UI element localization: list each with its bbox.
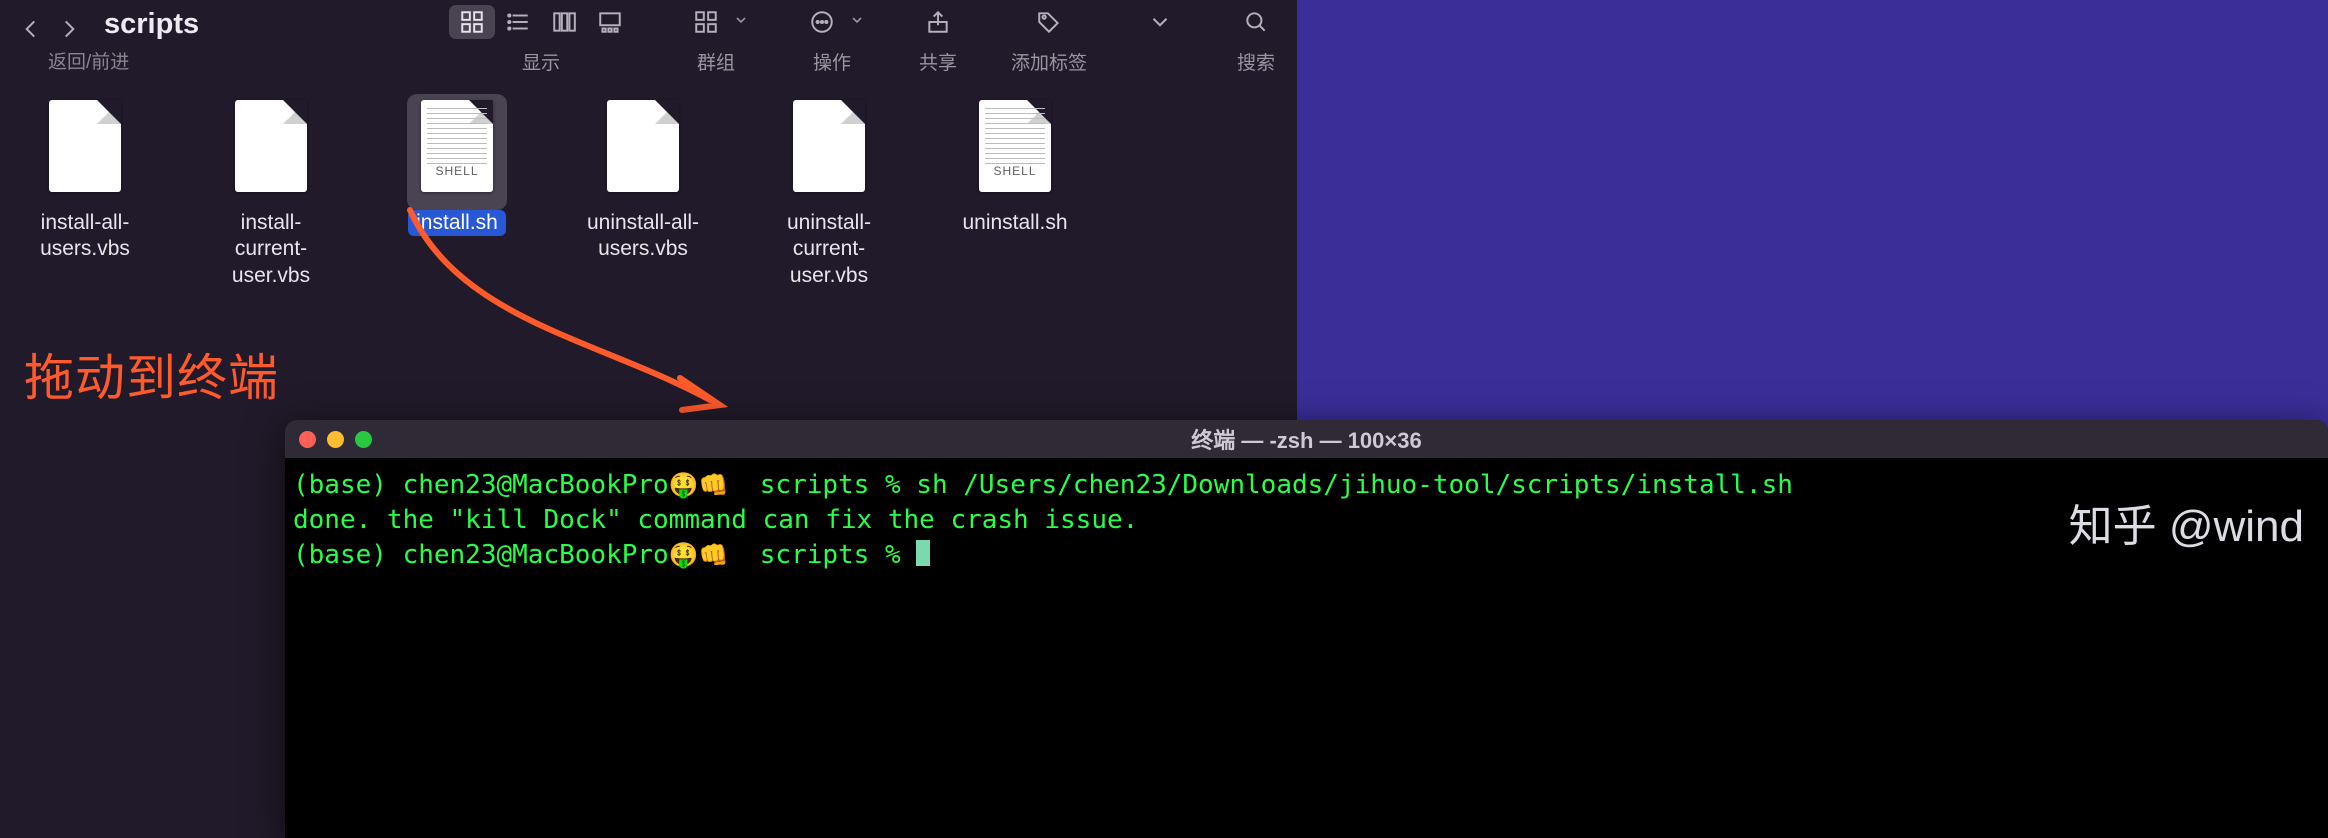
file-name: uninstall-current-user.vbs <box>764 210 894 289</box>
tag-group: 添加标签 <box>1011 4 1087 75</box>
share-label: 共享 <box>919 48 957 75</box>
finder-toolbar: scripts 返回/前进 显示 群组 <box>0 0 1297 70</box>
file-grid: install-all-users.vbs install-current-use… <box>0 70 1297 289</box>
action-button[interactable] <box>799 5 845 39</box>
file-icon <box>49 100 121 192</box>
action-group: 操作 <box>799 4 865 75</box>
nav-subtitle: 返回/前进 <box>48 47 199 74</box>
share-button[interactable] <box>915 5 961 39</box>
file-item[interactable]: uninstall-all-users.vbs <box>578 94 708 263</box>
file-icon <box>235 100 307 192</box>
gallery-view-button[interactable] <box>587 5 633 39</box>
annotation-text: 拖动到终端 <box>24 338 279 410</box>
search-button[interactable] <box>1233 5 1279 39</box>
group-label: 群组 <box>697 48 735 75</box>
more-dropdown[interactable] <box>1137 5 1183 39</box>
forward-button[interactable] <box>56 12 82 46</box>
file-item[interactable]: uninstall-current-user.vbs <box>764 94 894 289</box>
action-label: 操作 <box>813 48 851 75</box>
list-view-button[interactable] <box>495 5 541 39</box>
file-name: install-current-user.vbs <box>206 210 336 289</box>
file-name: install.sh <box>408 210 506 236</box>
share-group: 共享 <box>915 4 961 75</box>
dropdown-group <box>1137 4 1183 70</box>
terminal-titlebar[interactable]: 终端 — -zsh — 100×36 <box>285 420 2328 458</box>
file-name: install-all-users.vbs <box>20 210 150 263</box>
terminal-title: 终端 — -zsh — 100×36 <box>285 423 2328 455</box>
view-group: 显示 <box>449 4 633 75</box>
view-label: 显示 <box>522 48 560 75</box>
column-view-button[interactable] <box>541 5 587 39</box>
chevron-down-icon <box>733 12 749 33</box>
back-button[interactable] <box>18 12 44 46</box>
icon-view-button[interactable] <box>449 5 495 39</box>
search-group: 搜索 <box>1233 4 1279 75</box>
folder-title: scripts <box>104 8 199 41</box>
search-label: 搜索 <box>1237 48 1275 75</box>
file-item[interactable]: SHELL install.sh <box>392 94 522 236</box>
file-icon <box>793 100 865 192</box>
terminal-window[interactable]: 终端 — -zsh — 100×36 (base) chen23@MacBook… <box>285 420 2328 838</box>
file-icon: SHELL <box>979 100 1051 192</box>
file-icon: SHELL <box>421 100 493 192</box>
tag-button[interactable] <box>1026 5 1072 39</box>
terminal-body[interactable]: (base) chen23@MacBookPro🤑👊 scripts % sh … <box>285 458 2328 583</box>
group-button[interactable] <box>683 5 729 39</box>
file-icon <box>607 100 679 192</box>
file-item[interactable]: SHELL uninstall.sh <box>950 94 1080 236</box>
file-name: uninstall-all-users.vbs <box>578 210 708 263</box>
chevron-down-icon <box>849 12 865 33</box>
file-item[interactable]: install-all-users.vbs <box>20 94 150 263</box>
tag-label: 添加标签 <box>1011 48 1087 75</box>
file-name: uninstall.sh <box>962 210 1067 236</box>
group-group: 群组 <box>683 4 749 75</box>
file-item[interactable]: install-current-user.vbs <box>206 94 336 289</box>
